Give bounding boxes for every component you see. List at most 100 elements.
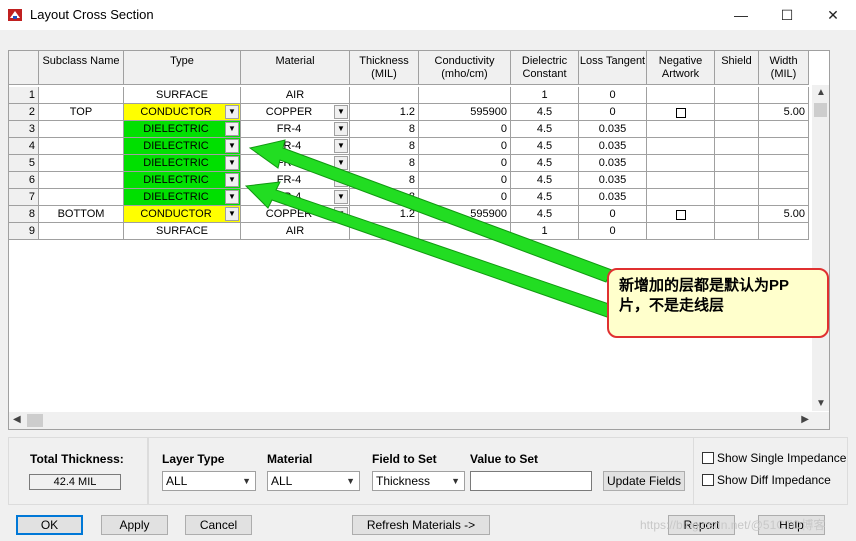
table-row[interactable]: 4 DIELECTRIC ▼ FR-4 ▼ 8 0 4.5 0.035 (9, 138, 809, 155)
table-row[interactable]: 3 DIELECTRIC ▼ FR-4 ▼ 8 0 4.5 0.035 (9, 121, 809, 138)
material-dropdown-icon[interactable]: ▼ (334, 156, 348, 170)
header-shield[interactable]: Shield (715, 51, 759, 85)
negative-artwork-cell[interactable] (647, 172, 715, 189)
dielectric-cell[interactable]: 4.5 (511, 121, 579, 138)
refresh-materials-button[interactable]: Refresh Materials -> (352, 515, 490, 535)
subclass-cell[interactable]: BOTTOM (39, 206, 124, 223)
subclass-cell[interactable] (39, 189, 124, 206)
material-cell[interactable]: AIR (241, 223, 350, 240)
conductivity-cell[interactable]: 0 (419, 189, 511, 206)
update-fields-button[interactable]: Update Fields (603, 471, 685, 491)
negative-artwork-checkbox[interactable] (675, 210, 686, 220)
thickness-cell[interactable]: 8 (350, 121, 419, 138)
thickness-cell[interactable]: 8 (350, 155, 419, 172)
type-dropdown-icon[interactable]: ▼ (225, 173, 239, 187)
minimize-button[interactable]: — (718, 0, 764, 30)
material-cell[interactable]: COPPER ▼ (241, 104, 350, 121)
type-cell[interactable]: CONDUCTOR ▼ (124, 104, 241, 121)
conductivity-cell[interactable] (419, 87, 511, 104)
negative-artwork-cell[interactable] (647, 87, 715, 104)
dielectric-cell[interactable]: 4.5 (511, 189, 579, 206)
subclass-cell[interactable] (39, 155, 124, 172)
thickness-cell[interactable]: 1.2 (350, 206, 419, 223)
field-to-set-select[interactable]: Thickness ▼ (372, 471, 465, 491)
header-dielectric-constant[interactable]: Dielectric Constant (511, 51, 579, 85)
loss-cell[interactable]: 0 (579, 206, 647, 223)
conductivity-cell[interactable]: 0 (419, 155, 511, 172)
negative-artwork-cell[interactable] (647, 104, 715, 121)
ok-button[interactable]: OK (16, 515, 83, 535)
type-cell[interactable]: DIELECTRIC ▼ (124, 138, 241, 155)
thickness-cell[interactable] (350, 223, 419, 240)
scroll-right-icon[interactable]: ▶ (801, 414, 809, 425)
width-cell[interactable] (759, 138, 809, 155)
shield-cell[interactable] (715, 87, 759, 104)
header-loss-tangent[interactable]: Loss Tangent (579, 51, 647, 85)
material-cell[interactable]: COPPER ▼ (241, 206, 350, 223)
type-cell[interactable]: SURFACE (124, 223, 241, 240)
type-cell[interactable]: DIELECTRIC ▼ (124, 172, 241, 189)
thickness-cell[interactable]: 8 (350, 189, 419, 206)
layer-type-select[interactable]: ALL ▼ (162, 471, 256, 491)
type-dropdown-icon[interactable]: ▼ (225, 122, 239, 136)
conductivity-cell[interactable]: 0 (419, 121, 511, 138)
material-cell[interactable]: FR-4 ▼ (241, 155, 350, 172)
negative-artwork-cell[interactable] (647, 138, 715, 155)
width-cell[interactable] (759, 87, 809, 104)
table-row[interactable]: 9 SURFACE AIR 1 0 (9, 223, 809, 240)
type-dropdown-icon[interactable]: ▼ (225, 156, 239, 170)
subclass-cell[interactable]: TOP (39, 104, 124, 121)
shield-cell[interactable] (715, 138, 759, 155)
header-type[interactable]: Type (124, 51, 241, 85)
type-dropdown-icon[interactable]: ▼ (225, 105, 239, 119)
thickness-cell[interactable] (350, 87, 419, 104)
type-cell[interactable]: DIELECTRIC ▼ (124, 155, 241, 172)
negative-artwork-cell[interactable] (647, 223, 715, 240)
header-thickness[interactable]: Thickness (MIL) (350, 51, 419, 85)
dielectric-cell[interactable]: 4.5 (511, 104, 579, 121)
table-row[interactable]: 7 DIELECTRIC ▼ FR-4 ▼ 8 0 4.5 0.035 (9, 189, 809, 206)
material-cell[interactable]: AIR (241, 87, 350, 104)
loss-cell[interactable]: 0.035 (579, 155, 647, 172)
material-dropdown-icon[interactable]: ▼ (334, 173, 348, 187)
thickness-cell[interactable]: 1.2 (350, 104, 419, 121)
subclass-cell[interactable] (39, 138, 124, 155)
conductivity-cell[interactable]: 595900 (419, 206, 511, 223)
cross-section-grid[interactable]: Subclass Name Type Material Thickness (M… (8, 50, 830, 430)
width-cell[interactable] (759, 172, 809, 189)
conductivity-cell[interactable]: 0 (419, 172, 511, 189)
maximize-button[interactable]: ☐ (764, 0, 810, 30)
scroll-left-icon[interactable]: ◀ (13, 414, 21, 425)
table-row[interactable]: 1 SURFACE AIR 1 0 (9, 87, 809, 104)
conductivity-cell[interactable]: 0 (419, 138, 511, 155)
subclass-cell[interactable] (39, 223, 124, 240)
header-material[interactable]: Material (241, 51, 350, 85)
type-dropdown-icon[interactable]: ▼ (225, 207, 239, 221)
subclass-cell[interactable] (39, 172, 124, 189)
shield-cell[interactable] (715, 155, 759, 172)
conductivity-cell[interactable] (419, 223, 511, 240)
header-subclass[interactable]: Subclass Name (39, 51, 124, 85)
negative-artwork-cell[interactable] (647, 189, 715, 206)
material-dropdown-icon[interactable]: ▼ (334, 207, 348, 221)
width-cell[interactable] (759, 155, 809, 172)
cancel-button[interactable]: Cancel (185, 515, 252, 535)
type-dropdown-icon[interactable]: ▼ (225, 190, 239, 204)
width-cell[interactable] (759, 223, 809, 240)
material-cell[interactable]: FR-4 ▼ (241, 172, 350, 189)
material-dropdown-icon[interactable]: ▼ (334, 122, 348, 136)
table-row[interactable]: 6 DIELECTRIC ▼ FR-4 ▼ 8 0 4.5 0.035 (9, 172, 809, 189)
loss-cell[interactable]: 0.035 (579, 121, 647, 138)
dielectric-cell[interactable]: 4.5 (511, 172, 579, 189)
width-cell[interactable]: 5.00 (759, 104, 809, 121)
scroll-up-icon[interactable]: ▲ (816, 87, 826, 98)
header-width[interactable]: Width (MIL) (759, 51, 809, 85)
material-cell[interactable]: FR-4 ▼ (241, 189, 350, 206)
shield-cell[interactable] (715, 172, 759, 189)
loss-cell[interactable]: 0 (579, 223, 647, 240)
type-cell[interactable]: DIELECTRIC ▼ (124, 189, 241, 206)
vertical-scrollbar[interactable]: ▲ ▼ (812, 85, 829, 411)
vertical-scroll-thumb[interactable] (814, 103, 827, 117)
apply-button[interactable]: Apply (101, 515, 168, 535)
shield-cell[interactable] (715, 121, 759, 138)
